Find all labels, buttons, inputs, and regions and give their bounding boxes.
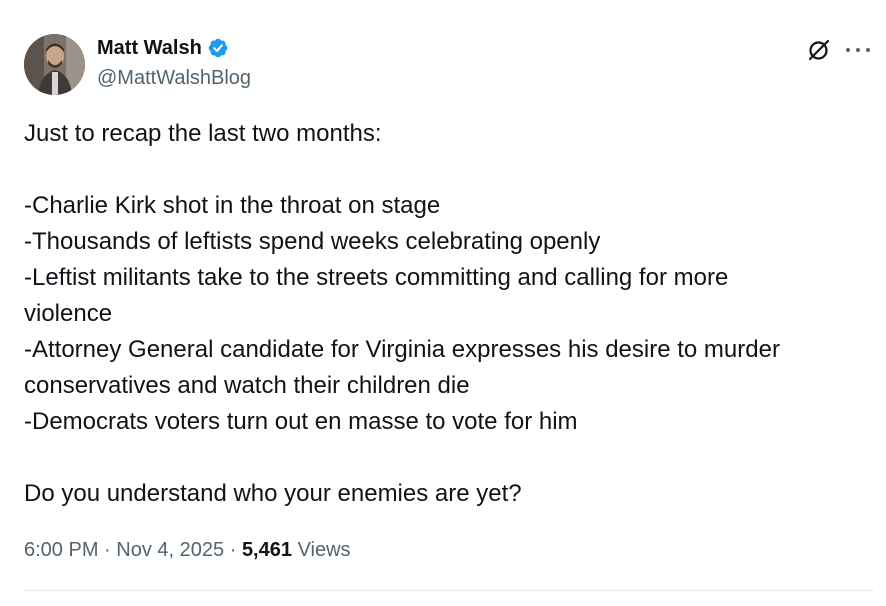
views-label[interactable]: Views xyxy=(298,539,351,561)
grok-icon[interactable] xyxy=(806,37,832,63)
author-display-name[interactable]: Matt Walsh xyxy=(97,36,202,60)
tweet-line: -Attorney General candidate for Virginia… xyxy=(24,336,780,363)
divider xyxy=(24,590,874,591)
meta-separator: · xyxy=(229,539,237,561)
tweet-line: -Democrats voters turn out en masse to v… xyxy=(24,408,578,435)
tweet-time[interactable]: 6:00 PM xyxy=(24,539,98,561)
tweet-line: Do you understand who your enemies are y… xyxy=(24,480,522,507)
views-count[interactable]: 5,461 xyxy=(242,539,292,561)
tweet-line: Just to recap the last two months: xyxy=(24,120,382,147)
tweet-metadata: 6:00 PM · Nov 4, 2025 · 5,461 Views xyxy=(24,536,351,564)
tweet-text: Just to recap the last two months: -Char… xyxy=(24,116,869,512)
tweet-line: violence xyxy=(24,300,113,327)
meta-separator: · xyxy=(104,539,111,561)
tweet-line: conservatives and watch their children d… xyxy=(24,372,470,399)
tweet-date[interactable]: Nov 4, 2025 xyxy=(116,539,224,561)
tweet-line: -Thousands of leftists spend weeks celeb… xyxy=(24,228,601,255)
tweet-line: -Charlie Kirk shot in the throat on stag… xyxy=(24,192,441,219)
verified-badge-icon xyxy=(208,38,228,58)
tweet-line: -Leftist militants take to the streets c… xyxy=(24,264,729,291)
avatar-image xyxy=(24,34,85,95)
avatar[interactable] xyxy=(24,34,85,95)
more-options-icon[interactable] xyxy=(846,40,870,60)
tweet-card: Matt Walsh @MattWalshBlog Just to recap … xyxy=(0,0,886,606)
author-handle[interactable]: @MattWalshBlog xyxy=(97,66,251,90)
author-name-row: Matt Walsh xyxy=(97,36,229,60)
